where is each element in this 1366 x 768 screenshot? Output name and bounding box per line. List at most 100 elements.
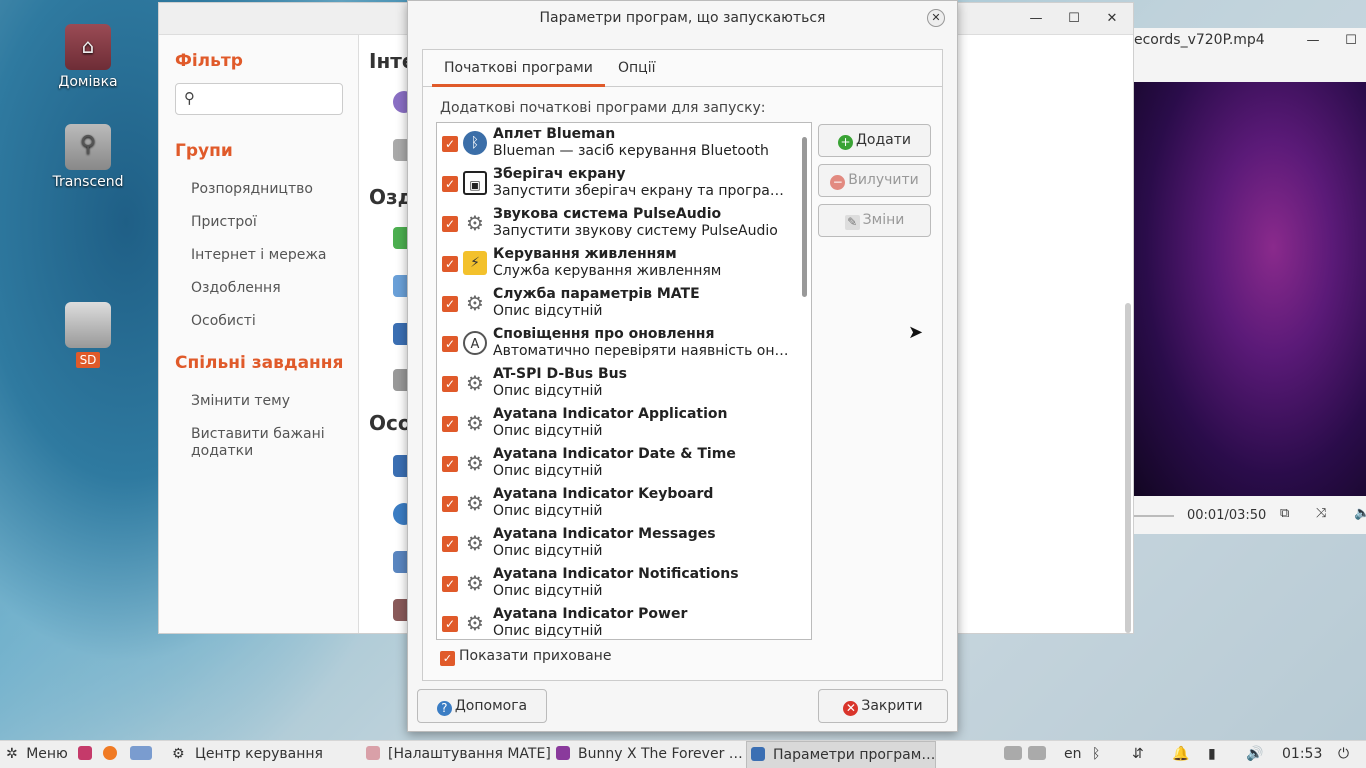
close-icon[interactable]: ✕: [927, 9, 945, 27]
tab-options[interactable]: Опції: [618, 50, 655, 87]
taskbar-startup-apps[interactable]: Параметри програм…: [746, 741, 936, 768]
minimize-icon[interactable]: —: [1027, 10, 1045, 28]
list-item[interactable]: ✓ ⚡ Керування живленням Служба керування жи…: [437, 243, 811, 283]
desktop-icon-transcend[interactable]: Transcend: [43, 124, 133, 190]
list-item[interactable]: ✓ ▣ Зберігач екрану Запустити зберігач екра…: [437, 163, 811, 203]
item-description: Опис відсутній: [493, 423, 603, 439]
list-item[interactable]: ✓ ᛒ Аплет Blueman Blueman — засіб керування…: [437, 123, 811, 163]
checkbox-checked-icon[interactable]: ✓: [442, 336, 458, 352]
list-item[interactable]: ✓ ⚙ Ayatana Indicator Messages Опис відсутн…: [437, 523, 811, 563]
item-description: Автоматично перевіряти наявність онов…: [493, 343, 793, 359]
close-icon[interactable]: ✕: [1103, 10, 1121, 28]
item-name: AT-SPI D-Bus Bus: [493, 366, 627, 382]
tab-startup-programs[interactable]: Початкові програми: [432, 50, 605, 87]
checkbox-checked-icon[interactable]: ✓: [442, 616, 458, 632]
item-description: Опис відсутній: [493, 303, 603, 319]
video-title: ecords_v720P.mp4: [1134, 32, 1265, 48]
group-item-administration[interactable]: Розпорядництво: [191, 181, 358, 197]
list-item[interactable]: ✓ ⚙ Ayatana Indicator Application Опис відс…: [437, 403, 811, 443]
group-item-personal[interactable]: Особисті: [191, 313, 358, 329]
task-preferred-apps[interactable]: Виставити бажані додатки: [191, 426, 331, 460]
checkbox-checked-icon[interactable]: ✓: [442, 456, 458, 472]
search-input[interactable]: ⚲: [175, 83, 343, 115]
battery-icon[interactable]: ▮: [1208, 741, 1216, 768]
checkbox-checked-icon[interactable]: ✓: [442, 136, 458, 152]
help-button[interactable]: ? Допомога: [417, 689, 547, 723]
minimize-icon[interactable]: —: [1304, 32, 1322, 50]
video-frame[interactable]: [1134, 82, 1366, 496]
menu-button[interactable]: ✲ Меню: [6, 741, 68, 768]
list-item[interactable]: ✓ ⚙ Ayatana Indicator Keyboard Опис відсутн…: [437, 483, 811, 523]
checkbox-checked-icon[interactable]: ✓: [442, 176, 458, 192]
list-item[interactable]: ✓ ⚙ Ayatana Indicator Power Опис відсутній: [437, 603, 811, 639]
notification-bell-icon[interactable]: 🔔: [1172, 741, 1189, 768]
group-item-hardware[interactable]: Пристрої: [191, 214, 358, 230]
list-scrollbar[interactable]: [802, 137, 807, 297]
checkbox-checked-icon[interactable]: ✓: [442, 376, 458, 392]
volume-icon[interactable]: 🔊: [1246, 741, 1263, 768]
item-description: Blueman — засіб керування Bluetooth: [493, 143, 769, 159]
desktop-icon-sd[interactable]: SD: [43, 302, 133, 368]
clock[interactable]: 01:53: [1282, 741, 1322, 768]
mouse-cursor-icon: ➤: [908, 322, 924, 343]
desktop-icon-home[interactable]: Домівка: [43, 24, 133, 90]
item-name: Ayatana Indicator Messages: [493, 526, 716, 542]
shuffle-icon[interactable]: ⤨: [1316, 506, 1326, 521]
sd-tray-icon[interactable]: [1004, 741, 1030, 768]
maximize-icon[interactable]: ☐: [1065, 10, 1083, 28]
settings-app-icon: [366, 746, 380, 760]
list-item[interactable]: ✓ ⚙ Служба параметрів MATE Опис відсутній: [437, 283, 811, 323]
bottom-panel: ✲ Меню ⚙ Центр керування [Налаштування M…: [0, 740, 1366, 768]
close-button[interactable]: ✕ Закрити: [818, 689, 948, 723]
checkbox-checked-icon[interactable]: ✓: [442, 296, 458, 312]
usb-tray-icon[interactable]: [1028, 741, 1054, 768]
taskbar-mate-settings[interactable]: [Налаштування MATE]: [358, 741, 551, 768]
list-label: Додаткові початкові програми для запуску…: [440, 100, 766, 116]
bluetooth-icon: ᛒ: [463, 131, 487, 155]
edit-icon: ✎: [844, 215, 860, 230]
seek-bar[interactable]: [1134, 515, 1174, 517]
volume-icon[interactable]: 🔈: [1354, 506, 1366, 521]
mail-icon[interactable]: [130, 741, 160, 768]
taskbar-control-center[interactable]: ⚙ Центр керування: [164, 741, 352, 768]
power-icon[interactable]: ⏻: [1338, 741, 1349, 768]
show-hidden-checkbox[interactable]: ✓ Показати приховане: [440, 648, 611, 666]
list-item[interactable]: ✓ ⚙ Ayatana Indicator Date & Time Опис відс…: [437, 443, 811, 483]
group-item-internet[interactable]: Інтернет і мережа: [191, 247, 358, 263]
add-button[interactable]: + Додати: [818, 124, 931, 157]
task-change-theme[interactable]: Змінити тему: [191, 393, 358, 409]
item-name: Звукова система PulseAudio: [493, 206, 722, 222]
item-description: Опис відсутній: [493, 583, 603, 599]
checkbox-checked-icon[interactable]: ✓: [442, 416, 458, 432]
firefox-icon[interactable]: [103, 741, 125, 768]
group-item-appearance[interactable]: Оздоблення: [191, 280, 358, 296]
list-item[interactable]: ✓ ⚙ AT-SPI D-Bus Bus Опис відсутній: [437, 363, 811, 403]
section-heading-personal: Осо: [369, 411, 412, 435]
edit-button[interactable]: ✎ Зміни: [818, 204, 931, 237]
close-icon: ✕: [843, 701, 859, 716]
list-item[interactable]: ✓ ⚙ Ayatana Indicator Notifications Опис ві…: [437, 563, 811, 603]
checkbox-checked-icon[interactable]: ✓: [442, 496, 458, 512]
item-description: Опис відсутній: [493, 623, 603, 639]
checkbox-checked-icon[interactable]: ✓: [442, 256, 458, 272]
gears-icon: ⚙: [466, 451, 484, 475]
item-description: Запустити звукову систему PulseAudio: [493, 223, 778, 239]
item-name: Зберігач екрану: [493, 166, 626, 182]
launcher-app-icon[interactable]: [78, 741, 100, 768]
help-icon: ?: [436, 701, 452, 716]
list-item[interactable]: ✓ A Сповіщення про оновлення Автоматично пе…: [437, 323, 811, 363]
keyboard-layout-indicator[interactable]: en: [1064, 741, 1082, 768]
playback-time: 00:01/03:50: [1187, 508, 1267, 523]
taskbar-video-player[interactable]: Bunny X The Forever …: [552, 741, 743, 768]
bluetooth-icon[interactable]: ᛒ: [1092, 741, 1100, 768]
network-icon[interactable]: ⇵: [1132, 741, 1144, 768]
item-description: Опис відсутній: [493, 543, 603, 559]
aspect-icon[interactable]: ⧉: [1280, 506, 1289, 521]
control-center-scrollbar[interactable]: [1125, 303, 1131, 633]
maximize-icon[interactable]: ☐: [1342, 32, 1360, 50]
checkbox-checked-icon[interactable]: ✓: [442, 216, 458, 232]
remove-button[interactable]: − Вилучити: [818, 164, 931, 197]
checkbox-checked-icon[interactable]: ✓: [442, 576, 458, 592]
checkbox-checked-icon[interactable]: ✓: [442, 536, 458, 552]
list-item[interactable]: ✓ ⚙ Звукова система PulseAudio Запустити зв…: [437, 203, 811, 243]
